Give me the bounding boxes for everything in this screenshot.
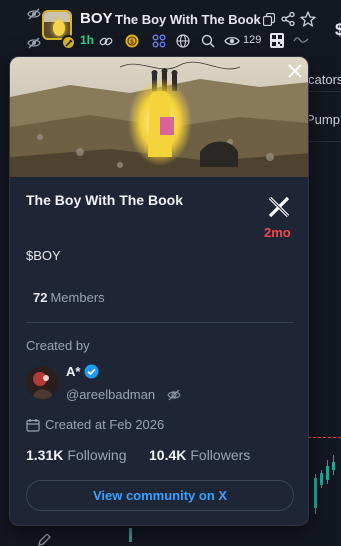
price-currency-symbol: $ xyxy=(335,20,341,39)
view-community-button[interactable]: View community on X xyxy=(26,480,294,511)
eye-off-icon[interactable] xyxy=(167,388,181,402)
copy-icon[interactable] xyxy=(263,13,275,26)
coin-icon[interactable]: $ xyxy=(125,34,139,48)
calendar-icon xyxy=(26,418,40,432)
indicators-label: cators xyxy=(308,72,341,87)
pump-label: Pump xyxy=(306,112,340,127)
token-ticker: BOY xyxy=(80,10,113,27)
community-age: 2mo xyxy=(264,225,291,240)
community-title: The Boy With The Book xyxy=(26,192,183,208)
eye-icon xyxy=(224,35,240,47)
candle xyxy=(320,473,323,485)
created-at: Created at Feb 2026 xyxy=(45,417,165,432)
svg-text:$: $ xyxy=(130,39,134,46)
globe-icon[interactable] xyxy=(176,34,190,48)
candle xyxy=(326,466,329,480)
token-age: 1h xyxy=(80,33,95,47)
community-banner xyxy=(10,57,308,177)
x-logo-icon[interactable] xyxy=(268,196,290,218)
community-symbol: $BOY xyxy=(26,248,61,263)
pencil-icon[interactable] xyxy=(37,534,51,546)
creator-name[interactable]: A* xyxy=(66,364,80,379)
wave-icon[interactable] xyxy=(293,35,309,45)
x-logo-icon[interactable] xyxy=(288,64,302,78)
created-by-label: Created by xyxy=(26,338,90,353)
link-icon[interactable] xyxy=(99,35,113,48)
creator-handle[interactable]: @areelbadman xyxy=(66,387,155,402)
divider xyxy=(26,322,293,323)
pump-badge-icon xyxy=(61,35,76,50)
verified-icon xyxy=(84,364,99,379)
star-icon[interactable] xyxy=(300,11,316,27)
volume-bar xyxy=(129,528,132,542)
holders-icon[interactable] xyxy=(152,34,166,48)
search-icon[interactable] xyxy=(201,34,215,48)
candle xyxy=(314,478,317,508)
avatar[interactable] xyxy=(26,366,59,399)
following-count: 1.31K Following xyxy=(26,447,127,463)
qr-icon[interactable] xyxy=(270,33,284,48)
views-count: 129 xyxy=(243,34,262,46)
hide-token-icon[interactable] xyxy=(27,36,41,49)
share-icon[interactable] xyxy=(281,12,295,26)
token-name: The Boy With The Book xyxy=(115,12,261,27)
chart-background: cators Pump xyxy=(306,56,341,546)
candle xyxy=(332,462,335,470)
token-header: BOY The Boy With The Book $ 1h $ 129 xyxy=(0,0,341,56)
members-count: 72 Members xyxy=(33,290,105,305)
community-card: The Boy With The Book 2mo $BOY 72 Members… xyxy=(9,56,309,526)
followers-count: 10.4K Followers xyxy=(149,447,251,463)
eye-off-icon[interactable] xyxy=(27,7,41,20)
price-line xyxy=(308,437,341,438)
